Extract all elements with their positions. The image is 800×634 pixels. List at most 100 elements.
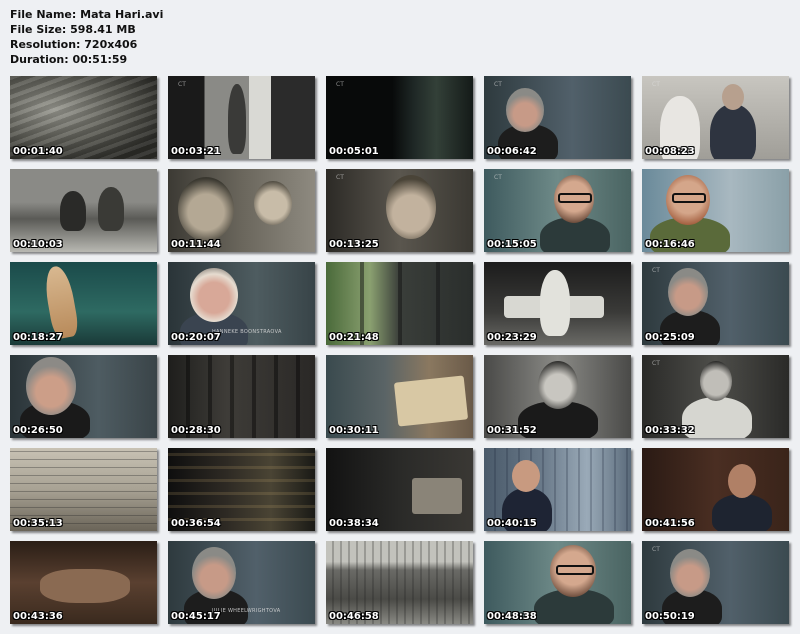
channel-logo: ČT bbox=[652, 267, 660, 274]
channel-logo: ČT bbox=[652, 360, 660, 367]
documents bbox=[393, 375, 469, 427]
person-head bbox=[722, 84, 744, 110]
duration-line: Duration: 00:51:59 bbox=[10, 53, 128, 66]
thumbnail: 00:01:40 bbox=[10, 76, 157, 159]
timestamp: 00:20:07 bbox=[171, 332, 221, 343]
channel-logo: ČT bbox=[336, 81, 344, 88]
thumbnail: 00:26:50 bbox=[10, 355, 157, 438]
channel-logo: ČT bbox=[652, 546, 660, 553]
thumbnail: ČT 00:06:42 bbox=[484, 76, 631, 159]
channel-logo: ČT bbox=[178, 81, 186, 88]
thumbnail: 00:46:58 bbox=[326, 541, 473, 624]
timestamp: 00:16:46 bbox=[645, 239, 695, 250]
person bbox=[60, 191, 86, 231]
thumbnail: 00:41:56 bbox=[642, 448, 789, 531]
thumbnail: 00:31:52 bbox=[484, 355, 631, 438]
thumbnail: ČT 00:25:09 bbox=[642, 262, 789, 345]
person-head bbox=[668, 268, 708, 316]
timestamp: 00:26:50 bbox=[13, 425, 63, 436]
glasses bbox=[556, 565, 594, 575]
thumbnail: ČT 00:08:23 bbox=[642, 76, 789, 159]
person bbox=[540, 270, 570, 336]
file-size-line: File Size: 598.41 MB bbox=[10, 23, 136, 36]
thumbnail: ČT 00:33:32 bbox=[642, 355, 789, 438]
person-head bbox=[26, 357, 76, 415]
thumbnail: 00:30:11 bbox=[326, 355, 473, 438]
thumbnail: JULIE WHEELWRIGHTOVA 00:45:17 bbox=[168, 541, 315, 624]
timestamp: 00:43:36 bbox=[13, 611, 63, 622]
timestamp: 00:31:52 bbox=[487, 425, 537, 436]
timestamp: 00:15:05 bbox=[487, 239, 537, 250]
channel-logo: ČT bbox=[652, 81, 660, 88]
timestamp: 00:46:58 bbox=[329, 611, 379, 622]
timestamp: 00:01:40 bbox=[13, 146, 63, 157]
thumbnail: 00:18:27 bbox=[10, 262, 157, 345]
person-head bbox=[178, 177, 234, 241]
thumbnail: 00:16:46 bbox=[642, 169, 789, 252]
timestamp: 00:33:32 bbox=[645, 425, 695, 436]
timestamp: 00:23:29 bbox=[487, 332, 537, 343]
timestamp: 00:13:25 bbox=[329, 239, 379, 250]
person-head bbox=[192, 547, 236, 599]
thumbnail: 00:43:36 bbox=[10, 541, 157, 624]
timestamp: 00:11:44 bbox=[171, 239, 221, 250]
thumbnail: 00:38:34 bbox=[326, 448, 473, 531]
timestamp: 00:21:48 bbox=[329, 332, 379, 343]
glasses bbox=[672, 193, 706, 203]
channel-logo: ČT bbox=[336, 174, 344, 181]
timestamp: 00:06:42 bbox=[487, 146, 537, 157]
name-caption: HANNEKE BOONSTRAOVA bbox=[212, 329, 282, 335]
thumbnail: 00:35:13 bbox=[10, 448, 157, 531]
timestamp: 00:30:11 bbox=[329, 425, 379, 436]
timestamp: 00:36:54 bbox=[171, 518, 221, 529]
timestamp: 00:48:38 bbox=[487, 611, 537, 622]
timestamp: 00:25:09 bbox=[645, 332, 695, 343]
thumbnail: 00:10:03 bbox=[10, 169, 157, 252]
channel-logo: ČT bbox=[494, 174, 502, 181]
thumbnail: HANNEKE BOONSTRAOVA 00:20:07 bbox=[168, 262, 315, 345]
timestamp: 00:50:19 bbox=[645, 611, 695, 622]
timestamp: 00:18:27 bbox=[13, 332, 63, 343]
person bbox=[40, 569, 130, 603]
thumbnail: 00:48:38 bbox=[484, 541, 631, 624]
timestamp: 00:41:56 bbox=[645, 518, 695, 529]
person-head bbox=[512, 460, 540, 492]
person-head bbox=[190, 268, 238, 322]
resolution-line: Resolution: 720x406 bbox=[10, 38, 138, 51]
name-caption: JULIE WHEELWRIGHTOVA bbox=[212, 608, 281, 614]
thumbnail-grid: 00:01:40 ČT 00:03:21 ČT 00:05:01 ČT 00:0… bbox=[10, 76, 789, 624]
person-head bbox=[728, 464, 756, 498]
timestamp: 00:08:23 bbox=[645, 146, 695, 157]
person bbox=[98, 187, 124, 231]
person-head bbox=[700, 361, 732, 401]
thumbnail: 00:11:44 bbox=[168, 169, 315, 252]
thumbnail: 00:36:54 bbox=[168, 448, 315, 531]
thumbnail: 00:28:30 bbox=[168, 355, 315, 438]
person-head bbox=[538, 361, 578, 409]
timestamp: 00:40:15 bbox=[487, 518, 537, 529]
timestamp: 00:05:01 bbox=[329, 146, 379, 157]
channel-logo: ČT bbox=[494, 81, 502, 88]
file-info: File Name: Mata Hari.avi File Size: 598.… bbox=[10, 7, 163, 67]
thumbnail: 00:40:15 bbox=[484, 448, 631, 531]
child-head bbox=[254, 181, 292, 225]
thumbnail: ČT 00:50:19 bbox=[642, 541, 789, 624]
thumbnail: 00:21:48 bbox=[326, 262, 473, 345]
figure bbox=[228, 84, 246, 154]
person bbox=[712, 494, 772, 531]
timestamp: 00:45:17 bbox=[171, 611, 221, 622]
person-head bbox=[506, 88, 544, 132]
person-head bbox=[670, 549, 710, 597]
timestamp: 00:10:03 bbox=[13, 239, 63, 250]
timestamp: 00:28:30 bbox=[171, 425, 221, 436]
thumbnail: ČT 00:03:21 bbox=[168, 76, 315, 159]
thumbnail: ČT 00:05:01 bbox=[326, 76, 473, 159]
thumbnail: ČT 00:13:25 bbox=[326, 169, 473, 252]
thumbnail: ČT 00:15:05 bbox=[484, 169, 631, 252]
thumbnail: 00:23:29 bbox=[484, 262, 631, 345]
person bbox=[710, 104, 756, 159]
timestamp: 00:38:34 bbox=[329, 518, 379, 529]
glasses bbox=[558, 193, 592, 203]
timestamp: 00:03:21 bbox=[171, 146, 221, 157]
person-head bbox=[386, 175, 436, 239]
